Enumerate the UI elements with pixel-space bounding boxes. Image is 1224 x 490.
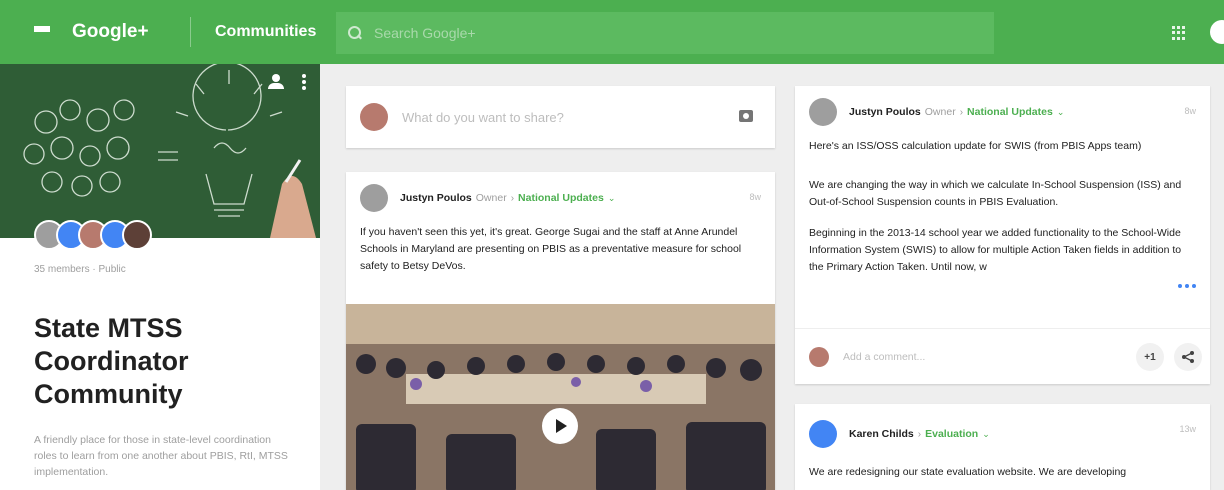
post-body: We are redesigning our state evaluation … — [795, 464, 1210, 481]
post-header: Justyn Poulos Owner › National Updates ⌄… — [795, 86, 1210, 138]
author-role: Owner — [475, 192, 507, 204]
more-icon[interactable] — [1178, 284, 1196, 288]
post-header: Karen Childs › Evaluation ⌄ 13w — [795, 404, 1210, 464]
post-text: We are changing the way in which we calc… — [809, 179, 1182, 208]
play-button[interactable] — [542, 408, 578, 444]
avatar[interactable] — [360, 184, 388, 212]
share-button[interactable] — [1174, 343, 1202, 371]
author-name[interactable]: Justyn Poulos — [400, 192, 472, 204]
community-description: A friendly place for those in state-leve… — [34, 434, 288, 478]
add-comment-input[interactable]: Add a comment... — [843, 351, 925, 363]
cover-actions — [266, 74, 306, 90]
post-text: Beginning in the 2013-14 school year we … — [809, 227, 1182, 273]
chevron-down-icon[interactable]: ⌄ — [982, 429, 990, 440]
post-timestamp[interactable]: 13w — [1179, 424, 1196, 434]
post-header: Justyn Poulos Owner › National Updates ⌄… — [346, 172, 775, 224]
author-name[interactable]: Karen Childs — [849, 428, 914, 440]
author-role: Owner — [924, 106, 956, 118]
post-text: We are redesigning our state evaluation … — [809, 466, 1127, 478]
community-cover-image — [0, 64, 320, 238]
avatar[interactable] — [809, 420, 837, 448]
share-prompt[interactable]: What do you want to share? — [402, 110, 564, 125]
main-menu-button[interactable] — [20, 0, 64, 64]
avatar[interactable] — [122, 220, 152, 250]
post-text: Here's an ISS/OSS calculation update for… — [809, 140, 1142, 152]
chevron-down-icon[interactable]: ⌄ — [608, 193, 616, 204]
post-card: Justyn Poulos Owner › National Updates ⌄… — [795, 86, 1210, 384]
author-name[interactable]: Justyn Poulos — [849, 106, 921, 118]
camera-icon[interactable] — [739, 110, 753, 122]
post-card: Justyn Poulos Owner › National Updates ⌄… — [346, 172, 775, 490]
post-category[interactable]: Evaluation — [925, 428, 978, 440]
share-box[interactable]: What do you want to share? — [346, 86, 775, 148]
communities-title[interactable]: Communities — [215, 23, 333, 41]
join-community-icon[interactable] — [266, 74, 288, 90]
chevron-down-icon[interactable]: ⌄ — [1057, 107, 1065, 118]
post-body: If you haven't seen this yet, it's great… — [346, 224, 775, 275]
post-card: Karen Childs › Evaluation ⌄ 13w We are r… — [795, 404, 1210, 490]
chevron-right-icon: › — [510, 192, 515, 204]
hamburger-menu-icon — [34, 26, 50, 38]
members-count: 35 members · Public — [34, 264, 126, 275]
plus-one-button[interactable]: +1 — [1136, 343, 1164, 371]
google-plus-logo[interactable]: Google+ — [72, 21, 190, 43]
account-avatar[interactable] — [1210, 20, 1224, 44]
avatar — [360, 103, 388, 131]
post-body: Here's an ISS/OSS calculation update for… — [795, 138, 1210, 276]
post-timestamp[interactable]: 8w — [749, 192, 761, 202]
video-thumbnail[interactable] — [346, 304, 775, 490]
member-avatars[interactable] — [34, 220, 152, 250]
apps-grid-icon[interactable] — [1172, 26, 1186, 40]
post-category[interactable]: National Updates — [967, 106, 1053, 118]
chevron-right-icon: › — [917, 428, 922, 440]
share-icon — [1182, 351, 1194, 363]
top-app-bar: Google+ Communities — [0, 0, 1224, 64]
chevron-right-icon: › — [959, 106, 964, 118]
search-input[interactable] — [374, 25, 934, 41]
avatar — [809, 346, 829, 367]
header-divider — [190, 17, 191, 47]
community-sidebar: 35 members · Public State MTSS Coordinat… — [0, 64, 320, 490]
search-bar[interactable] — [336, 12, 994, 54]
comment-row: Add a comment... +1 — [795, 328, 1210, 384]
post-timestamp[interactable]: 8w — [1184, 106, 1196, 116]
search-icon — [348, 26, 362, 40]
avatar[interactable] — [809, 98, 837, 126]
conference-room-photo — [346, 304, 775, 490]
chalkboard-lightbulb-illustration — [0, 64, 320, 238]
post-category[interactable]: National Updates — [518, 192, 604, 204]
post-text: If you haven't seen this yet, it's great… — [360, 226, 742, 272]
community-title: State MTSS Coordinator Community — [34, 313, 189, 409]
more-options-icon[interactable] — [302, 74, 306, 90]
